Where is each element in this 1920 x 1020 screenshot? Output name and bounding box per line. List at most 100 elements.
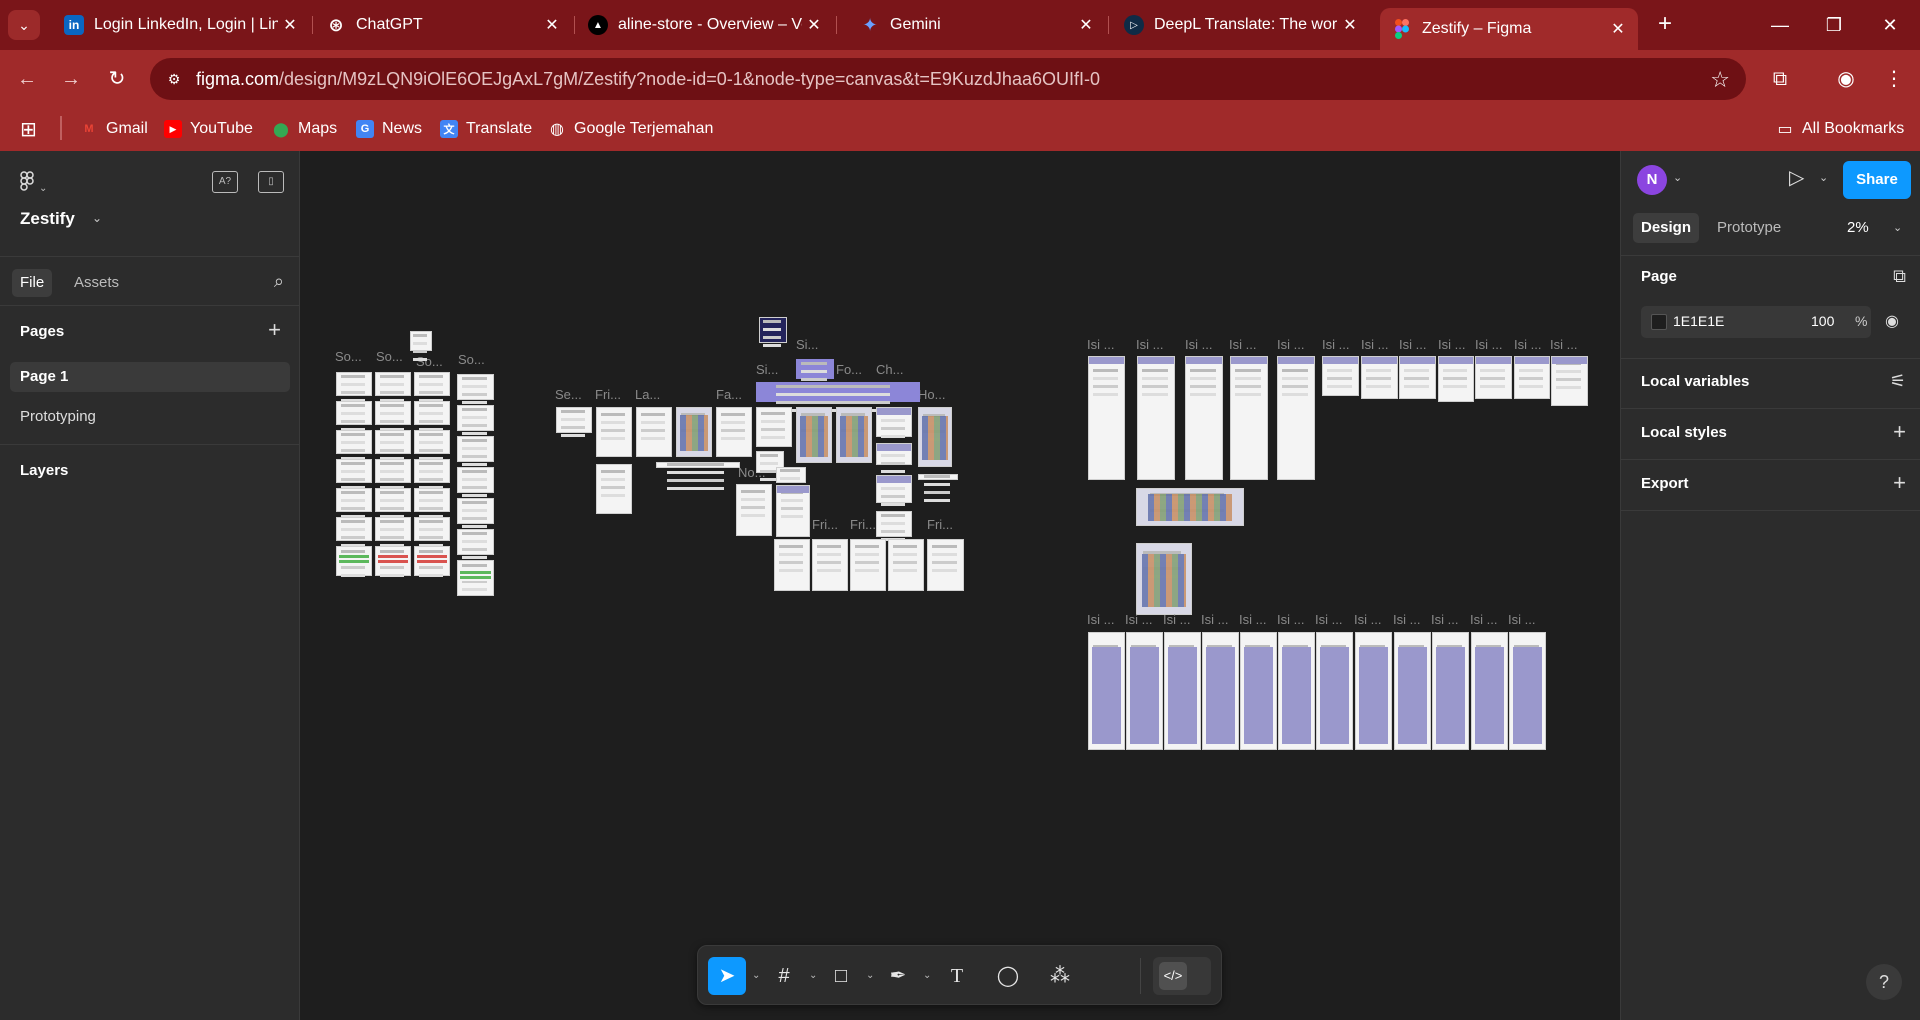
- profile-avatar-icon[interactable]: ◉: [1830, 63, 1862, 95]
- minimize-icon[interactable]: —: [1760, 10, 1800, 40]
- tab-prototype[interactable]: Prototype: [1709, 213, 1789, 243]
- frame-thumbnail[interactable]: [414, 401, 450, 425]
- frame-thumbnail[interactable]: [776, 467, 806, 483]
- add-page-plus-icon[interactable]: +: [268, 317, 281, 343]
- background-hex[interactable]: 1E1E1E: [1673, 313, 1724, 329]
- chevron-down-icon[interactable]: ⌄: [809, 970, 817, 981]
- rectangle-tool-icon[interactable]: □: [822, 957, 860, 995]
- background-fill-row[interactable]: 1E1E1E 100 %: [1641, 306, 1871, 338]
- restore-icon[interactable]: ❐: [1814, 10, 1854, 40]
- frame-thumbnail[interactable]: [1355, 632, 1392, 750]
- frame-thumbnail[interactable]: [375, 459, 411, 483]
- frame-thumbnail[interactable]: [414, 546, 450, 576]
- frame-thumbnail[interactable]: [850, 539, 886, 591]
- export-heading[interactable]: Export: [1641, 475, 1689, 492]
- close-icon[interactable]: ✕: [1074, 15, 1098, 35]
- frame-thumbnail[interactable]: [336, 401, 372, 425]
- bookmark-google-terjemahan[interactable]: ◍ Google Terjemahan: [548, 116, 713, 142]
- address-bar[interactable]: ⚙ figma.com/design/M9zLQN9iOlE6OEJgAxL7g…: [150, 58, 1746, 100]
- frame-tool-hash-icon[interactable]: #: [765, 957, 803, 995]
- new-tab-plus-icon[interactable]: +: [1650, 10, 1680, 40]
- close-icon[interactable]: ✕: [802, 15, 826, 35]
- frame-thumbnail[interactable]: [776, 485, 810, 537]
- frame-thumbnail[interactable]: [414, 488, 450, 512]
- frame-thumbnail[interactable]: [918, 474, 958, 480]
- tab-gemini[interactable]: ✦ Gemini ✕: [848, 8, 1106, 42]
- avatar[interactable]: N: [1637, 165, 1667, 195]
- frame-thumbnail[interactable]: [918, 407, 952, 467]
- frame-thumbnail[interactable]: [414, 517, 450, 541]
- bookmark-maps[interactable]: ⬤ Maps: [272, 116, 337, 142]
- frame-thumbnail[interactable]: [796, 407, 832, 463]
- bookmark-gmail[interactable]: M Gmail: [80, 116, 147, 142]
- frame-thumbnail[interactable]: [756, 407, 792, 447]
- extensions-puzzle-icon[interactable]: ⧉: [1764, 63, 1796, 95]
- frame-thumbnail[interactable]: [414, 372, 450, 396]
- frame-thumbnail[interactable]: [1322, 356, 1359, 396]
- tab-assets[interactable]: Assets: [66, 269, 127, 297]
- all-bookmarks[interactable]: ▭ All Bookmarks: [1776, 116, 1904, 142]
- background-opacity[interactable]: 100: [1811, 313, 1834, 329]
- frame-thumbnail[interactable]: [375, 401, 411, 425]
- pen-tool-icon[interactable]: ✒: [879, 957, 917, 995]
- frame-thumbnail[interactable]: [1088, 356, 1125, 480]
- frame-thumbnail[interactable]: [888, 539, 924, 591]
- bookmark-star-icon[interactable]: ☆: [1710, 67, 1730, 93]
- frame-thumbnail[interactable]: [1438, 356, 1474, 402]
- bookmark-news[interactable]: G News: [356, 116, 422, 142]
- page-item-page-1[interactable]: Page 1: [10, 362, 290, 392]
- chevron-down-icon[interactable]: ⌄: [1673, 171, 1682, 184]
- frame-thumbnail[interactable]: [457, 529, 494, 555]
- frame-thumbnail[interactable]: [656, 462, 740, 468]
- dev-mode-toggle[interactable]: </>: [1153, 957, 1211, 995]
- frame-thumbnail[interactable]: [375, 546, 411, 576]
- frame-thumbnail[interactable]: [1361, 356, 1398, 399]
- frame-thumbnail[interactable]: [676, 407, 712, 457]
- frame-thumbnail[interactable]: [1230, 356, 1268, 480]
- move-tool-cursor-icon[interactable]: ➤: [708, 957, 746, 995]
- image-grid[interactable]: [1136, 488, 1244, 526]
- frame-thumbnail[interactable]: [457, 467, 494, 493]
- local-variables-heading[interactable]: Local variables: [1641, 373, 1749, 390]
- bookmark-youtube[interactable]: ▶ YouTube: [164, 116, 253, 142]
- frame-thumbnail[interactable]: [636, 407, 672, 457]
- sidebar-toggle-icon[interactable]: ▯: [258, 171, 284, 193]
- frame-thumbnail[interactable]: [457, 436, 494, 462]
- frame-thumbnail[interactable]: [836, 407, 872, 463]
- frame-thumbnail[interactable]: [1394, 632, 1431, 750]
- tab-linkedin[interactable]: in Login LinkedIn, Login | Link ✕: [52, 8, 310, 42]
- frame-thumbnail[interactable]: [1202, 632, 1239, 750]
- frame-thumbnail[interactable]: [336, 517, 372, 541]
- frame-thumbnail[interactable]: [927, 539, 964, 591]
- frame-thumbnail[interactable]: [876, 475, 912, 503]
- frame-thumbnail[interactable]: [375, 372, 411, 396]
- frame-thumbnail[interactable]: [736, 484, 772, 536]
- frame-thumbnail[interactable]: [774, 539, 810, 591]
- frame-thumbnail[interactable]: [1185, 356, 1223, 480]
- frame-thumbnail[interactable]: [375, 517, 411, 541]
- frame-thumbnail[interactable]: [336, 372, 372, 396]
- site-settings-icon[interactable]: ⚙: [164, 69, 184, 89]
- tab-file[interactable]: File: [12, 269, 53, 297]
- close-icon[interactable]: ✕: [1606, 19, 1630, 39]
- chevron-down-icon[interactable]: ⌄: [866, 970, 874, 981]
- chevron-down-icon[interactable]: ⌄: [92, 211, 102, 225]
- local-styles-heading[interactable]: Local styles: [1641, 424, 1727, 441]
- frame-thumbnail[interactable]: [876, 511, 912, 537]
- browser-menu-icon[interactable]: ⋮: [1878, 63, 1910, 95]
- close-icon[interactable]: ✕: [540, 15, 564, 35]
- actions-tool-icon[interactable]: ⁂: [1041, 957, 1079, 995]
- tab-chatgpt[interactable]: ⊛ ChatGPT ✕: [314, 8, 572, 42]
- frame-thumbnail[interactable]: [596, 407, 632, 457]
- frame-thumbnail[interactable]: [1475, 356, 1512, 399]
- page-settings-icon[interactable]: ⧉: [1893, 266, 1906, 287]
- eye-icon[interactable]: ◉: [1885, 311, 1899, 331]
- frame-thumbnail[interactable]: [410, 331, 432, 351]
- frame-thumbnail[interactable]: [1240, 632, 1277, 750]
- tab-design[interactable]: Design: [1633, 213, 1700, 243]
- frame-thumbnail[interactable]: [796, 359, 834, 379]
- search-icon[interactable]: ⌕: [274, 271, 284, 292]
- frame-thumbnail[interactable]: [759, 317, 787, 343]
- page-item-prototyping[interactable]: Prototyping: [10, 402, 290, 432]
- chevron-down-icon[interactable]: ⌄: [1893, 221, 1902, 234]
